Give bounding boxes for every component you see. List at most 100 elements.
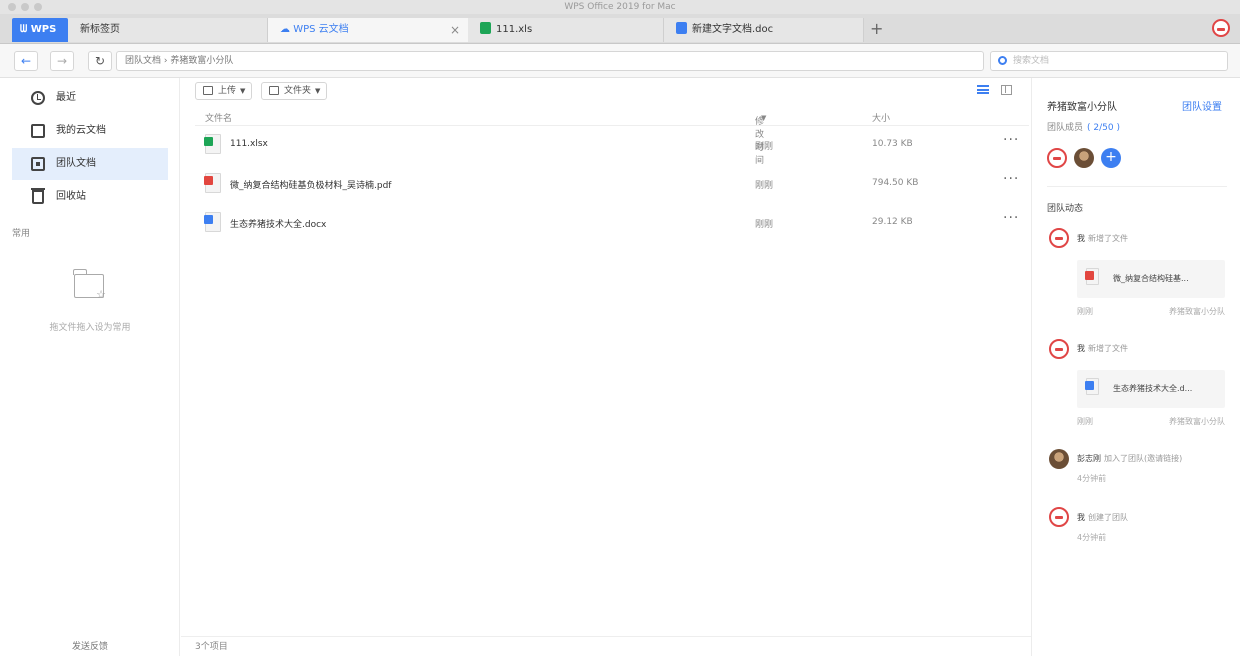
sidebar-item-label: 最近 (56, 92, 76, 103)
activity-meta: 4分钟前 (1077, 532, 1225, 543)
activity-user: 我 (1077, 513, 1085, 522)
table-row[interactable]: 生态养猪技术大全.docx 刚刚 29.12 KB ··· (195, 204, 1029, 243)
window-controls[interactable] (8, 3, 42, 11)
zoom-window-button[interactable] (34, 3, 42, 11)
forward-button[interactable]: → (50, 51, 74, 71)
trash-icon (31, 188, 45, 204)
activity-file-name: 微_纳复合结构硅基... (1113, 274, 1189, 283)
team-folder-icon (31, 157, 45, 171)
team-activity-title: 团队动态 (1047, 204, 1084, 214)
activity-time: 刚刚 (1077, 417, 1093, 426)
window-title-bar: WPS Office 2019 for Mac (0, 0, 1240, 14)
sidebar-item-recent[interactable]: 最近 (12, 82, 168, 114)
file-size: 29.12 KB (872, 217, 913, 227)
upload-button[interactable]: 上传 ▼ (195, 82, 253, 100)
refresh-button[interactable]: ↻ (88, 51, 112, 71)
avatar (1049, 339, 1069, 359)
docx-badge-icon (204, 215, 213, 224)
activity-time: 刚刚 (1077, 307, 1093, 316)
list-view-icon[interactable] (977, 85, 989, 94)
activity-action: 新增了文件 (1088, 344, 1128, 353)
favorites-section-label: 常用 (12, 229, 31, 239)
favorites-hint: 拖文件拖入设为常用 (49, 323, 131, 333)
sidebar-item-my-cloud-docs[interactable]: 我的云文档 (12, 115, 168, 147)
search-icon (998, 56, 1007, 65)
activity-file-name: 生态养猪技术大全.d... (1113, 384, 1193, 393)
divider (1047, 186, 1227, 187)
more-icon[interactable]: ··· (1003, 171, 1019, 187)
column-header-name[interactable]: 文件名 (205, 111, 232, 124)
activity-meta: 刚刚 养猪致富小分队 (1077, 416, 1225, 427)
activity-text: 我新增了文件 (1077, 233, 1128, 244)
activity-meta: 刚刚 养猪致富小分队 (1077, 306, 1225, 317)
new-folder-button[interactable]: 文件夹 ▼ (261, 82, 328, 100)
minimize-window-button[interactable] (21, 3, 29, 11)
user-avatar[interactable] (1212, 19, 1230, 37)
file-modified: 刚刚 (755, 220, 774, 230)
pdf-file-icon (1085, 268, 1099, 285)
avatar[interactable] (1047, 148, 1067, 168)
back-button[interactable]: ← (14, 51, 38, 71)
favorite-folder-icon (73, 269, 106, 300)
activity-action: 加入了团队(邀请链接) (1104, 454, 1183, 463)
avatar[interactable] (1074, 148, 1094, 168)
column-header-size[interactable]: 大小 (872, 111, 890, 124)
docx-file-icon (1085, 378, 1099, 395)
sidebar: 最近 我的云文档 团队文档 回收站 常用 拖文件拖入设为常用 发送反馈 (0, 78, 180, 656)
pdf-badge-icon (1085, 271, 1094, 280)
activity-time: 4分钟前 (1077, 533, 1107, 542)
wps-logo-icon: ᗯ (20, 24, 31, 35)
tab-wps-cloud-docs[interactable]: ☁ WPS 云文档 × (268, 18, 468, 42)
tab-111-xls[interactable]: 111.xls (468, 18, 664, 42)
avatar (1049, 507, 1069, 527)
tab-new-tab-page[interactable]: 新标签页 (68, 18, 268, 42)
activity-file-card[interactable]: 微_纳复合结构硅基... (1077, 260, 1225, 298)
upload-label: 上传 (218, 86, 237, 96)
more-icon[interactable]: ··· (1003, 132, 1019, 148)
activity-text: 我新增了文件 (1077, 343, 1128, 354)
add-member-button[interactable]: + (1101, 148, 1121, 168)
tab-label: 111.xls (496, 24, 533, 35)
team-settings-link[interactable]: 团队设置 (1182, 98, 1222, 113)
table-row[interactable]: 微_纳复合结构硅基负极材料_吴诗楠.pdf 刚刚 794.50 KB ··· (195, 165, 1029, 204)
file-size: 794.50 KB (872, 178, 919, 188)
tab-wps-home[interactable]: ᗯ WPS (12, 18, 68, 42)
activity-team: 养猪致富小分队 (1169, 307, 1225, 316)
clock-icon (31, 91, 45, 105)
file-name: 微_纳复合结构硅基负极材料_吴诗楠.pdf (230, 181, 392, 191)
members-label-text: 团队成员 (1047, 123, 1084, 133)
team-panel: 养猪致富小分队 团队设置 团队成员( 2/50 ) + 团队动态 我新增了文件 … (1031, 78, 1240, 656)
close-window-button[interactable] (8, 3, 16, 11)
pdf-file-icon (204, 173, 221, 193)
grid-view-icon[interactable] (1001, 85, 1012, 95)
tab-label: WPS (30, 24, 57, 35)
xlsx-badge-icon (204, 137, 213, 146)
chevron-down-icon: ▼ (240, 87, 246, 95)
file-name: 生态养猪技术大全.docx (230, 220, 327, 230)
breadcrumb[interactable]: 团队文档 › 养猪致富小分队 (116, 51, 984, 71)
file-modified: 刚刚 (755, 181, 774, 191)
send-feedback-link[interactable]: 发送反馈 (0, 639, 180, 652)
tab-label: 新标签页 (80, 24, 120, 35)
activity-file-card[interactable]: 生态养猪技术大全.d... (1077, 370, 1225, 408)
more-icon[interactable]: ··· (1003, 210, 1019, 226)
activity-meta: 4分钟前 (1077, 473, 1225, 484)
navigation-bar: ← → ↻ 团队文档 › 养猪致富小分队 搜索文档 (0, 44, 1240, 78)
item-count: 3个项目 (181, 636, 1031, 656)
new-folder-label: 文件夹 (284, 86, 312, 96)
activity-team: 养猪致富小分队 (1169, 417, 1225, 426)
sidebar-item-recycle-bin[interactable]: 回收站 (12, 181, 168, 213)
members-count: ( 2/50 ) (1087, 123, 1120, 133)
activity-text: 我创建了团队 (1077, 512, 1128, 523)
sidebar-item-label: 我的云文档 (56, 125, 106, 136)
tab-new-word-doc[interactable]: 新建文字文档.doc (664, 18, 864, 42)
activity-user: 彭志刚 (1077, 454, 1101, 463)
pdf-badge-icon (204, 176, 213, 185)
sidebar-item-team-docs[interactable]: 团队文档 (12, 148, 168, 180)
cloud-icon: ☁ (280, 24, 294, 35)
new-tab-button[interactable]: + (870, 18, 883, 40)
table-row[interactable]: 111.xlsx 刚刚 10.73 KB ··· (195, 126, 1029, 165)
close-tab-icon[interactable]: × (450, 18, 460, 42)
file-modified: 刚刚 (755, 142, 774, 152)
search-input[interactable]: 搜索文档 (990, 51, 1228, 71)
